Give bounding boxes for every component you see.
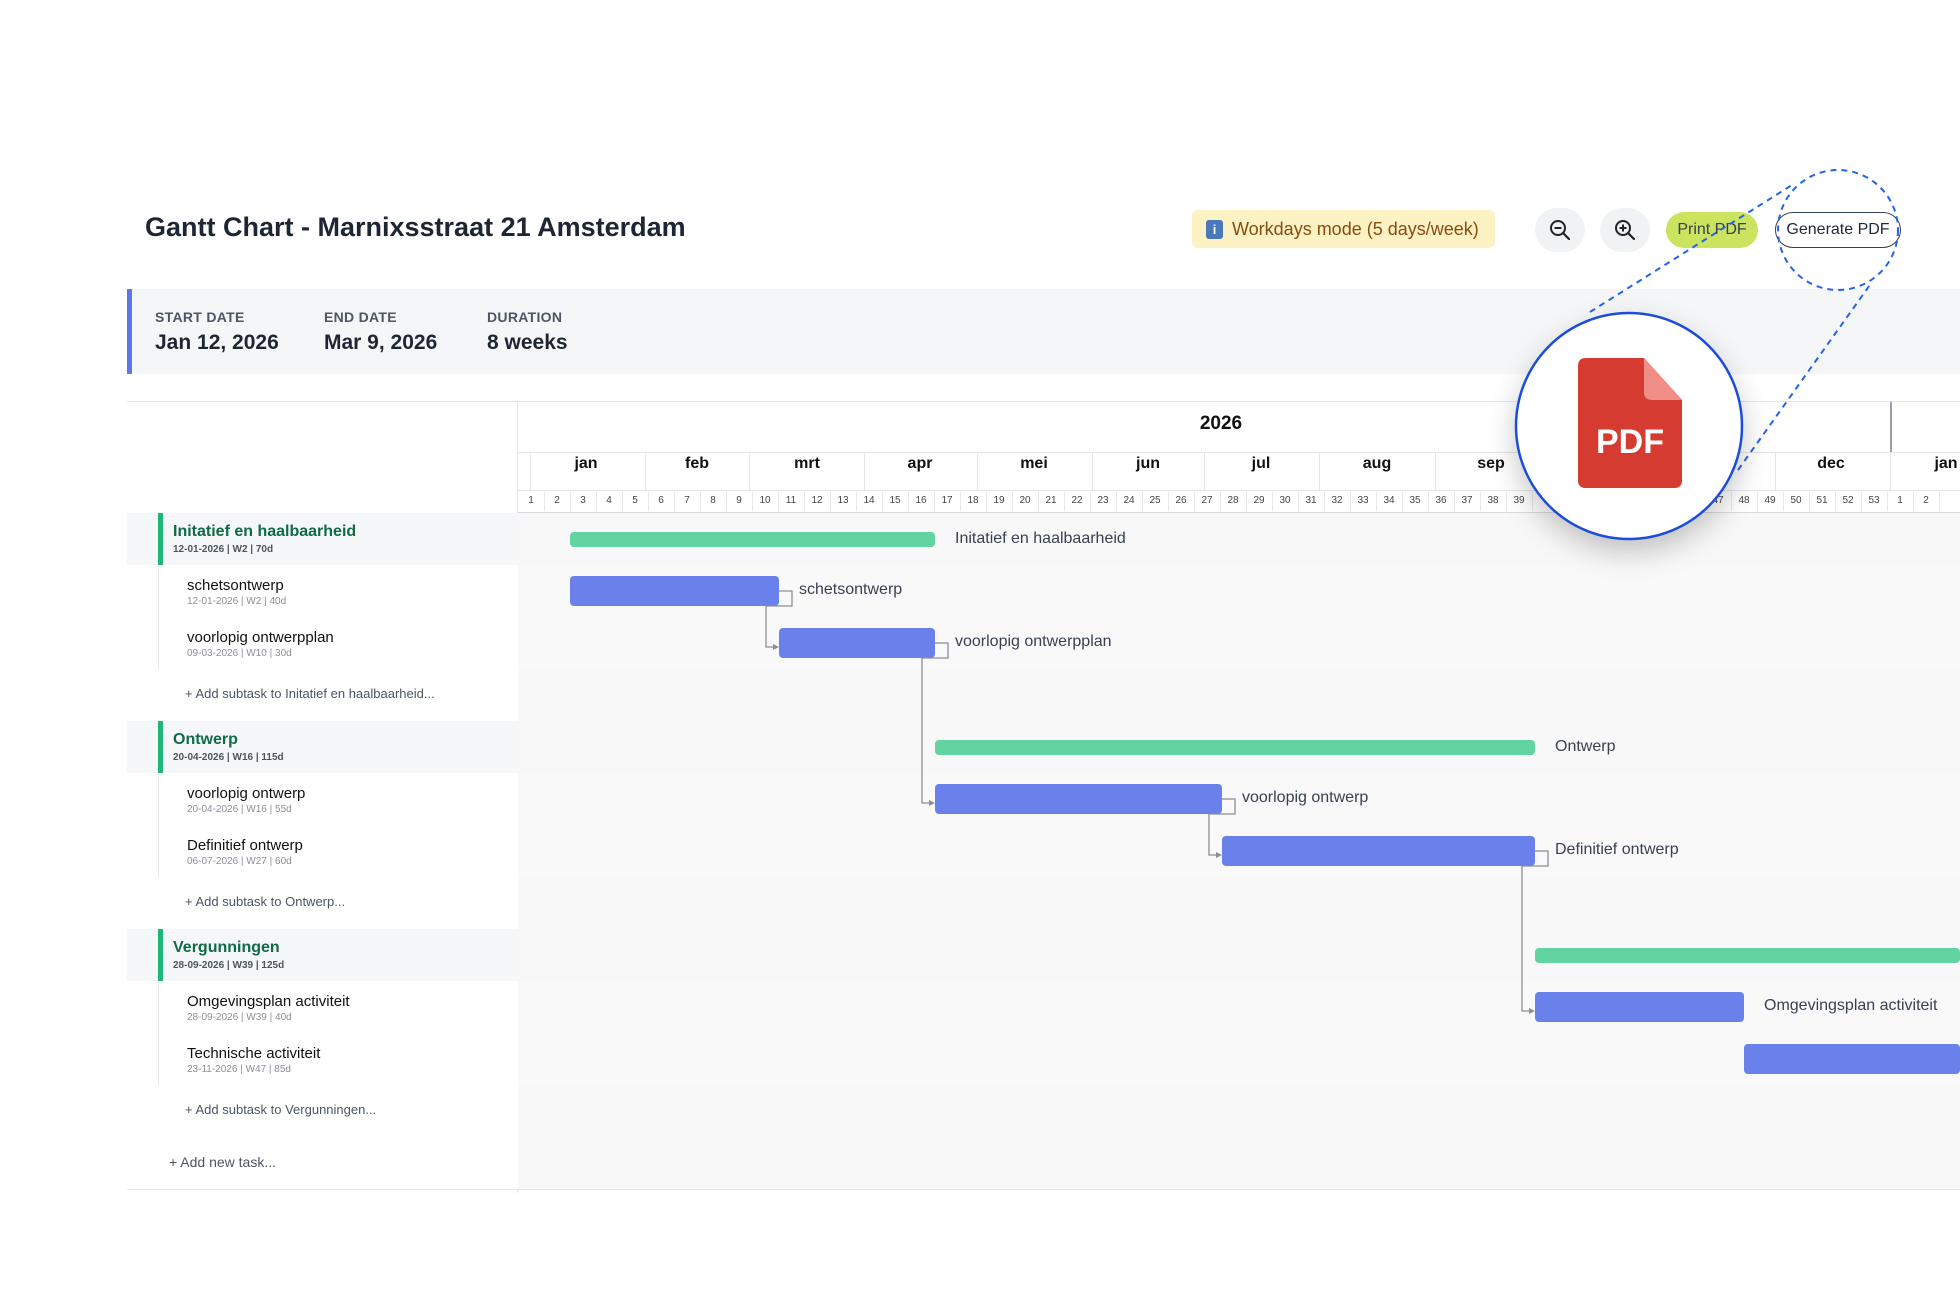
dependency-arrow xyxy=(1216,852,1222,858)
dependency-links xyxy=(765,590,1549,1014)
dependency-link xyxy=(921,642,949,804)
pdf-icon-label: PDF xyxy=(1596,423,1664,461)
dependency-arrow xyxy=(929,800,935,806)
dependency-arrow xyxy=(773,644,779,650)
dependency-arrow xyxy=(1529,1008,1535,1014)
dependency-link xyxy=(1208,798,1236,856)
dependency-link xyxy=(1521,850,1549,1012)
dependency-link xyxy=(765,590,793,648)
